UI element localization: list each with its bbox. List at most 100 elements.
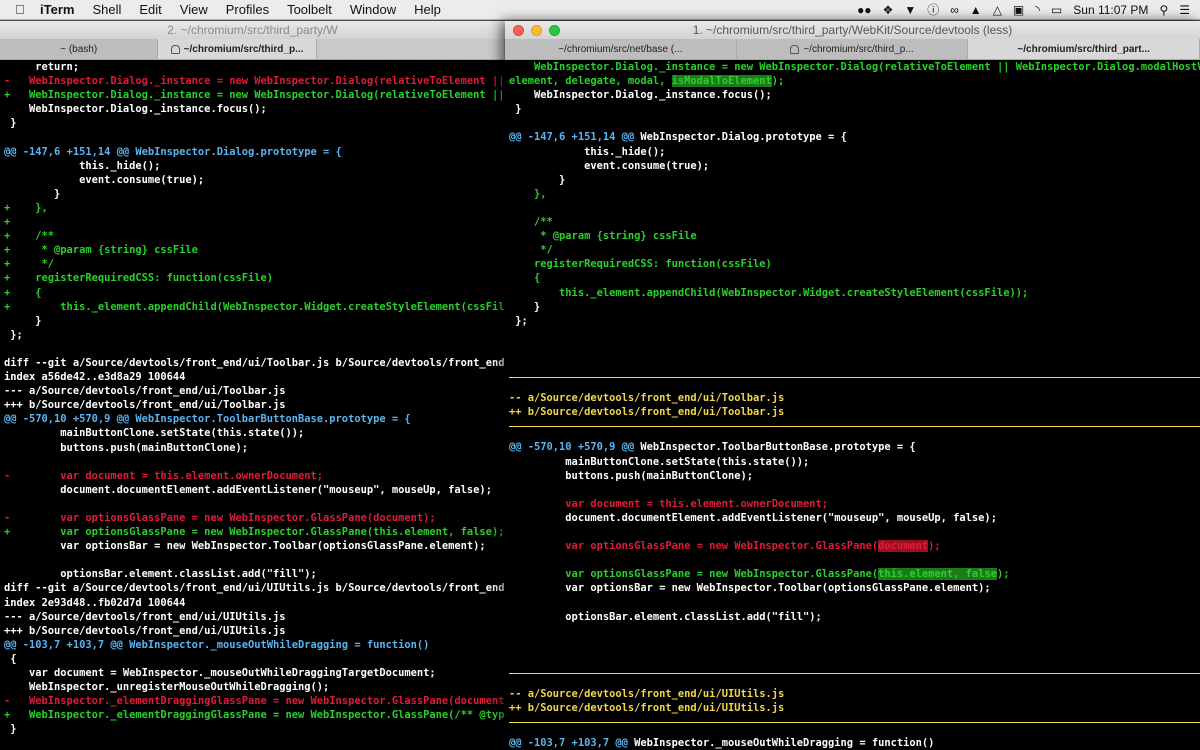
code-line: + {: [4, 286, 42, 299]
code-line: };: [4, 328, 23, 341]
file-separator: [509, 672, 1200, 687]
code-line: + var optionsGlassPane = new WebInspecto…: [4, 526, 505, 539]
code-line: event.consume(true);: [4, 173, 205, 186]
code-line: var optionsGlassPane = new WebInspector.…: [509, 540, 941, 553]
menu-view[interactable]: View: [180, 2, 208, 17]
tab-net-base[interactable]: ~/chromium/src/net/base (...: [505, 39, 737, 59]
code-line: + */: [4, 258, 55, 271]
search-icon[interactable]: ⚲: [1159, 3, 1168, 17]
code-line: mainButtonClone.setState(this.state());: [509, 455, 810, 468]
code-line: WebInspector.Dialog._instance.focus();: [509, 89, 772, 102]
code-line: }: [509, 300, 541, 313]
code-line: var optionsBar = new WebInspector.Toolba…: [4, 540, 486, 553]
terminal-window-1[interactable]: 1. ~/chromium/src/third_party/WebKit/Sou…: [505, 21, 1200, 750]
code-line: diff --git a/Source/devtools/front_end/u…: [4, 582, 505, 595]
code-line: @@ -147,6 +151,14 @@ WebInspector.Dialog…: [509, 131, 847, 144]
code-line: return;: [4, 61, 80, 73]
code-line: var document = this.element.ownerDocumen…: [509, 497, 829, 510]
terminal-window-2[interactable]: 2. ~/chromium/src/third_party/W ~ (bash)…: [0, 21, 505, 750]
close-button[interactable]: [513, 25, 524, 36]
window-titlebar[interactable]: 1. ~/chromium/src/third_party/WebKit/Sou…: [505, 21, 1200, 39]
code-line: + * @param {string} cssFile: [4, 244, 198, 257]
menu-profiles[interactable]: Profiles: [226, 2, 269, 17]
tab-label: ~/chromium/src/third_p...: [183, 43, 304, 55]
code-line: mainButtonClone.setState(this.state());: [4, 427, 305, 440]
evernote-icon[interactable]: ∞: [950, 3, 959, 17]
terminal-output[interactable]: WebInspector.Dialog._instance = new WebI…: [505, 60, 1200, 750]
code-line: - var document = this.element.ownerDocum…: [4, 469, 324, 482]
window-titlebar[interactable]: 2. ~/chromium/src/third_party/W: [0, 21, 505, 39]
code-line: document.documentElement.addEventListene…: [4, 483, 492, 496]
tab-third-party[interactable]: ~/chromium/src/third_p...: [736, 39, 969, 59]
code-line: @@ -103,7 +103,7 @@ WebInspector._mouseO…: [4, 638, 430, 651]
code-line: optionsBar.element.classList.add("fill")…: [4, 568, 317, 581]
code-line: + WebInspector.Dialog._instance = new We…: [4, 89, 505, 102]
file-header-new: ++ b/Source/devtools/front_end/ui/UIUtil…: [509, 702, 785, 715]
tab-devtools[interactable]: ~/chromium/src/third_part...: [968, 39, 1200, 59]
tab-bash[interactable]: ~ (bash): [0, 39, 159, 59]
code-line: }: [4, 314, 42, 327]
code-line: this._hide();: [509, 145, 666, 158]
code-line: - WebInspector.Dialog._instance = new We…: [4, 75, 505, 88]
code-line: }: [509, 173, 566, 186]
apple-icon[interactable]: : [0, 2, 40, 17]
tab-chromium[interactable]: ~/chromium/src/third_p...: [158, 39, 317, 59]
code-line: + this._element.appendChild(WebInspector…: [4, 300, 505, 313]
glasses-icon[interactable]: ●●: [857, 3, 872, 17]
code-line: },: [509, 187, 547, 200]
code-line: @@ -103,7 +103,7 @@ WebInspector._mouseO…: [509, 737, 935, 750]
window-title: 2. ~/chromium/src/third_party/W: [167, 23, 338, 37]
download-icon[interactable]: ▼: [904, 3, 916, 17]
bell-icon: [170, 44, 180, 54]
drive-icon[interactable]: △: [993, 3, 1002, 17]
battery-icon[interactable]: ▭: [1051, 3, 1062, 17]
code-line: this._hide();: [4, 159, 161, 172]
menu-help[interactable]: Help: [414, 2, 441, 17]
menu-edit[interactable]: Edit: [139, 2, 161, 17]
code-line: - WebInspector._elementDraggingGlassPane…: [4, 695, 505, 708]
menu-shell[interactable]: Shell: [92, 2, 121, 17]
clock[interactable]: Sun 11:07 PM: [1073, 3, 1148, 17]
zoom-button[interactable]: [549, 25, 560, 36]
minimize-button[interactable]: [531, 25, 542, 36]
notification-icon[interactable]: ▲: [970, 3, 982, 17]
code-line: {: [4, 652, 17, 665]
code-line: WebInspector._unregisterMouseOutWhileDra…: [4, 681, 330, 694]
code-line: var document = WebInspector._mouseOutWhi…: [4, 667, 436, 680]
terminal-output[interactable]: return; - WebInspector.Dialog._instance =…: [0, 60, 505, 750]
file-header-old: -- a/Source/devtools/front_end/ui/Toolba…: [509, 392, 785, 405]
menu-extra-icon[interactable]: ▣: [1013, 3, 1024, 17]
dropbox-icon[interactable]: ❖: [883, 3, 894, 17]
code-line: element, delegate, modal, isModalToEleme…: [509, 75, 785, 88]
menu-window[interactable]: Window: [350, 2, 396, 17]
file-separator: [509, 426, 1200, 440]
code-line: index a56de42..e3d8a29 100644: [4, 371, 186, 384]
code-line: --- a/Source/devtools/front_end/ui/Toolb…: [4, 385, 286, 398]
code-line: + /**: [4, 230, 55, 243]
window-controls: [513, 25, 560, 36]
code-line: {: [509, 272, 541, 285]
code-line: }: [4, 187, 61, 200]
code-line: };: [509, 314, 528, 327]
tab-label: ~/chromium/src/third_part...: [1017, 43, 1150, 55]
code-line: @@ -570,10 +570,9 @@ WebInspector.Toolba…: [509, 441, 916, 454]
code-line: + registerRequiredCSS: function(cssFile): [4, 272, 273, 285]
code-line: buttons.push(mainButtonClone);: [4, 441, 248, 454]
menu-toolbelt[interactable]: Toolbelt: [287, 2, 332, 17]
list-icon[interactable]: ☰: [1179, 3, 1190, 17]
tab-label: ~/chromium/src/net/base (...: [558, 43, 683, 55]
file-header-new: ++ b/Source/devtools/front_end/ui/Toolba…: [509, 406, 785, 419]
menu-iterm[interactable]: iTerm: [40, 2, 74, 17]
info-icon[interactable]: ⓘ: [927, 1, 939, 18]
wifi-icon[interactable]: ◝: [1035, 3, 1040, 17]
code-line: * @param {string} cssFile: [509, 230, 697, 243]
